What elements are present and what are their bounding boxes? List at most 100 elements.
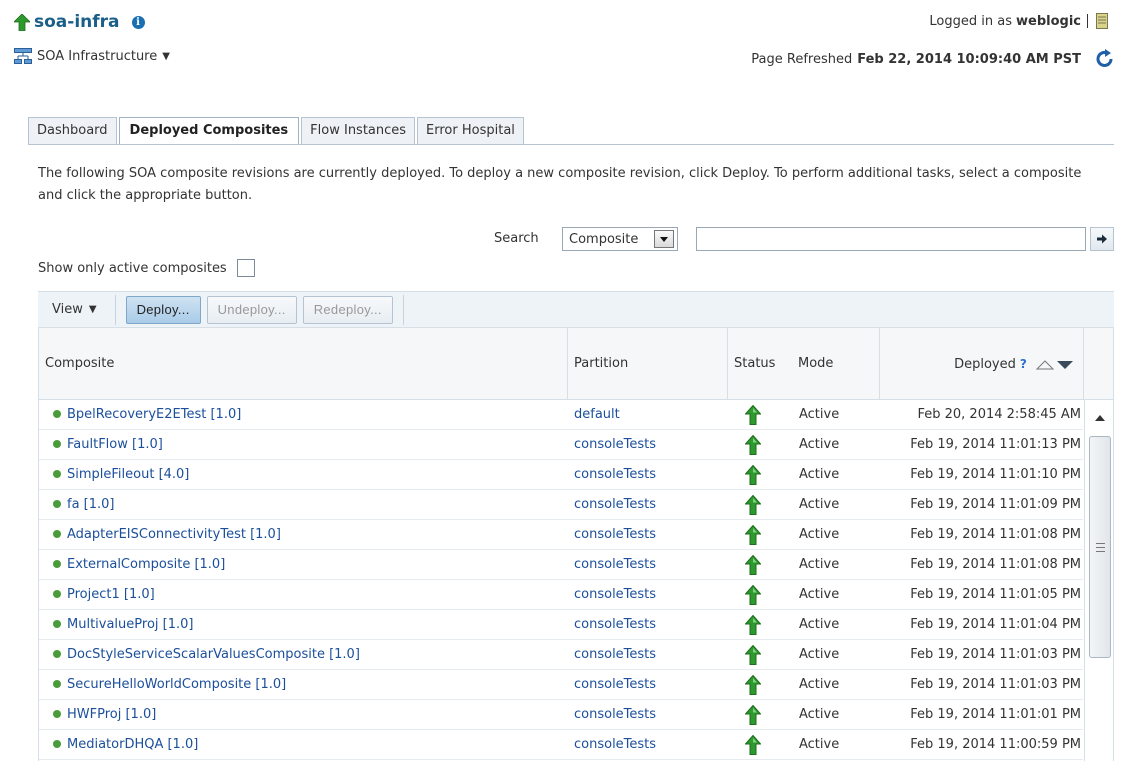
tab-dashboard[interactable]: Dashboard bbox=[28, 117, 117, 144]
table-row[interactable]: SimpleFileout [4.0] consoleTests Active Feb… bbox=[39, 460, 1083, 490]
composite-link[interactable]: SecureHelloWorldComposite [1.0] bbox=[67, 677, 286, 692]
status-cell bbox=[744, 614, 769, 635]
status-dot-icon bbox=[53, 469, 61, 478]
table-row[interactable]: MultivalueProj [1.0] consoleTests Active Fe… bbox=[39, 610, 1083, 640]
search-input[interactable] bbox=[696, 227, 1086, 251]
composite-link[interactable]: FaultFlow [1.0] bbox=[67, 437, 163, 452]
composite-cell[interactable]: BpelRecoveryE2ETest [1.0] bbox=[53, 400, 241, 430]
deployed-cell: Feb 19, 2014 11:01:05 PM bbox=[910, 587, 1081, 602]
partition-link[interactable]: consoleTests bbox=[574, 490, 656, 520]
refresh-icon[interactable] bbox=[1094, 48, 1116, 70]
table-row[interactable]: FaultFlow [1.0] consoleTests Active Feb 19,… bbox=[39, 430, 1083, 460]
deploy-button[interactable]: Deploy... bbox=[125, 295, 201, 324]
help-icon[interactable]: ? bbox=[1020, 357, 1027, 371]
active-composites-checkbox[interactable] bbox=[236, 259, 255, 277]
table-row[interactable]: AdapterEISConnectivityTest [1.0] consoleT… bbox=[39, 520, 1083, 550]
partition-link[interactable]: consoleTests bbox=[574, 550, 656, 580]
composite-link[interactable]: ExternalComposite [1.0] bbox=[67, 557, 225, 572]
partition-link[interactable]: consoleTests bbox=[574, 640, 656, 670]
deployed-cell: Feb 19, 2014 11:01:13 PM bbox=[910, 437, 1081, 452]
composite-cell[interactable]: ExternalComposite [1.0] bbox=[53, 550, 225, 580]
target-navigation-menu[interactable]: SOA Infrastructure ▼ bbox=[14, 48, 170, 64]
redeploy-button[interactable]: Redeploy... bbox=[302, 295, 393, 324]
mode-cell: Active bbox=[799, 617, 840, 632]
tab-deployed-composites[interactable]: Deployed Composites bbox=[118, 117, 300, 145]
partition-link[interactable]: consoleTests bbox=[574, 700, 656, 730]
composite-cell[interactable]: FaultFlow [1.0] bbox=[53, 430, 163, 460]
table-row[interactable]: DocStyleServiceScalarValuesComposite [1.… bbox=[39, 640, 1083, 670]
composite-link[interactable]: MediatorDHQA [1.0] bbox=[67, 737, 198, 752]
scroll-up-icon[interactable] bbox=[1095, 415, 1105, 421]
composite-link[interactable]: HWFProj [1.0] bbox=[67, 707, 156, 722]
composite-link[interactable]: BpelRecoveryE2ETest [1.0] bbox=[67, 407, 241, 422]
status-dot-icon bbox=[53, 499, 61, 508]
table-row[interactable]: ExternalComposite [1.0] consoleTests Activ… bbox=[39, 550, 1083, 580]
partition-link[interactable]: consoleTests bbox=[574, 670, 656, 700]
divider bbox=[1087, 14, 1088, 28]
composite-cell[interactable]: AdapterEISConnectivityTest [1.0] bbox=[53, 520, 281, 550]
column-header-deployed[interactable]: Deployed? bbox=[880, 328, 1084, 400]
composite-cell[interactable]: SimpleFileout [4.0] bbox=[53, 460, 189, 490]
column-header-partition[interactable]: Partition bbox=[568, 328, 728, 400]
composite-link[interactable]: AdapterEISConnectivityTest [1.0] bbox=[67, 527, 281, 542]
composite-cell[interactable]: MediatorDHQA [1.0] bbox=[53, 730, 198, 760]
composite-link[interactable]: MultivalueProj [1.0] bbox=[67, 617, 193, 632]
page-title: soa-infra bbox=[34, 12, 120, 32]
refreshed-time: Feb 22, 2014 10:09:40 AM PST bbox=[857, 51, 1081, 67]
status-cell bbox=[744, 584, 769, 605]
divider bbox=[402, 294, 404, 325]
column-header-mode[interactable]: Mode bbox=[792, 328, 880, 400]
search-type-select[interactable]: Composite bbox=[562, 227, 678, 251]
mode-cell: Active bbox=[799, 407, 840, 422]
table-row[interactable]: SecureHelloWorldComposite [1.0] consoleTe… bbox=[39, 670, 1083, 700]
undeploy-button[interactable]: Undeploy... bbox=[206, 295, 297, 324]
tab-flow-instances[interactable]: Flow Instances bbox=[301, 117, 416, 144]
table-row[interactable]: fa [1.0] consoleTests Active Feb 19, 2014 1… bbox=[39, 490, 1083, 520]
composite-link[interactable]: SimpleFileout [4.0] bbox=[67, 467, 189, 482]
composite-cell[interactable]: Project1 [1.0] bbox=[53, 580, 155, 610]
partition-link[interactable]: consoleTests bbox=[574, 430, 656, 460]
table-row[interactable]: BpelRecoveryE2ETest [1.0] default Active Fe… bbox=[39, 400, 1083, 430]
composite-link[interactable]: DocStyleServiceScalarValuesComposite [1.… bbox=[67, 647, 360, 662]
mode-cell: Active bbox=[799, 557, 840, 572]
composites-table: Composite Partition Status Mode Deployed… bbox=[38, 327, 1114, 761]
table-row[interactable]: HWFProj [1.0] consoleTests Active Feb 19, 2… bbox=[39, 700, 1083, 730]
status-dot-icon bbox=[53, 409, 61, 418]
partition-link[interactable]: consoleTests bbox=[574, 460, 656, 490]
partition-link[interactable]: consoleTests bbox=[574, 730, 656, 760]
sort-icon[interactable] bbox=[1035, 359, 1075, 370]
tab-error-hospital[interactable]: Error Hospital bbox=[417, 117, 524, 144]
vertical-scrollbar[interactable] bbox=[1084, 400, 1113, 761]
column-header-status[interactable]: Status bbox=[728, 328, 792, 400]
mode-cell: Active bbox=[799, 497, 840, 512]
dropdown-arrow-icon[interactable] bbox=[654, 230, 674, 248]
green-up-arrow-icon bbox=[744, 584, 762, 605]
partition-link[interactable]: consoleTests bbox=[574, 580, 656, 610]
column-label: Partition bbox=[574, 356, 629, 371]
composite-cell[interactable]: DocStyleServiceScalarValuesComposite [1.… bbox=[53, 640, 360, 670]
deployed-cell: Feb 19, 2014 11:01:08 PM bbox=[910, 557, 1081, 572]
search-type-value: Composite bbox=[569, 231, 639, 247]
green-up-arrow-icon bbox=[744, 704, 762, 725]
view-menu[interactable]: View ▼ bbox=[52, 302, 97, 317]
search-row: Search Composite bbox=[0, 227, 1128, 253]
partition-link[interactable]: consoleTests bbox=[574, 610, 656, 640]
composite-cell[interactable]: MultivalueProj [1.0] bbox=[53, 610, 193, 640]
partition-link[interactable]: consoleTests bbox=[574, 520, 656, 550]
table-row[interactable]: MediatorDHQA [1.0] consoleTests Active Feb … bbox=[39, 730, 1083, 760]
composite-link[interactable]: fa [1.0] bbox=[67, 497, 115, 512]
deployed-cell: Feb 19, 2014 11:01:08 PM bbox=[910, 527, 1081, 542]
mode-cell: Active bbox=[799, 587, 840, 602]
table-row[interactable]: Project1 [1.0] consoleTests Active Feb 19, … bbox=[39, 580, 1083, 610]
search-go-button[interactable] bbox=[1090, 227, 1114, 251]
topology-icon bbox=[14, 48, 32, 64]
info-icon[interactable]: i bbox=[131, 15, 145, 29]
server-icon bbox=[1096, 13, 1108, 29]
column-header-composite[interactable]: Composite bbox=[39, 328, 568, 400]
composite-cell[interactable]: SecureHelloWorldComposite [1.0] bbox=[53, 670, 286, 700]
partition-link[interactable]: default bbox=[574, 400, 620, 430]
scrollbar-thumb[interactable] bbox=[1089, 436, 1111, 658]
composite-cell[interactable]: fa [1.0] bbox=[53, 490, 115, 520]
composite-link[interactable]: Project1 [1.0] bbox=[67, 587, 155, 602]
composite-cell[interactable]: HWFProj [1.0] bbox=[53, 700, 156, 730]
